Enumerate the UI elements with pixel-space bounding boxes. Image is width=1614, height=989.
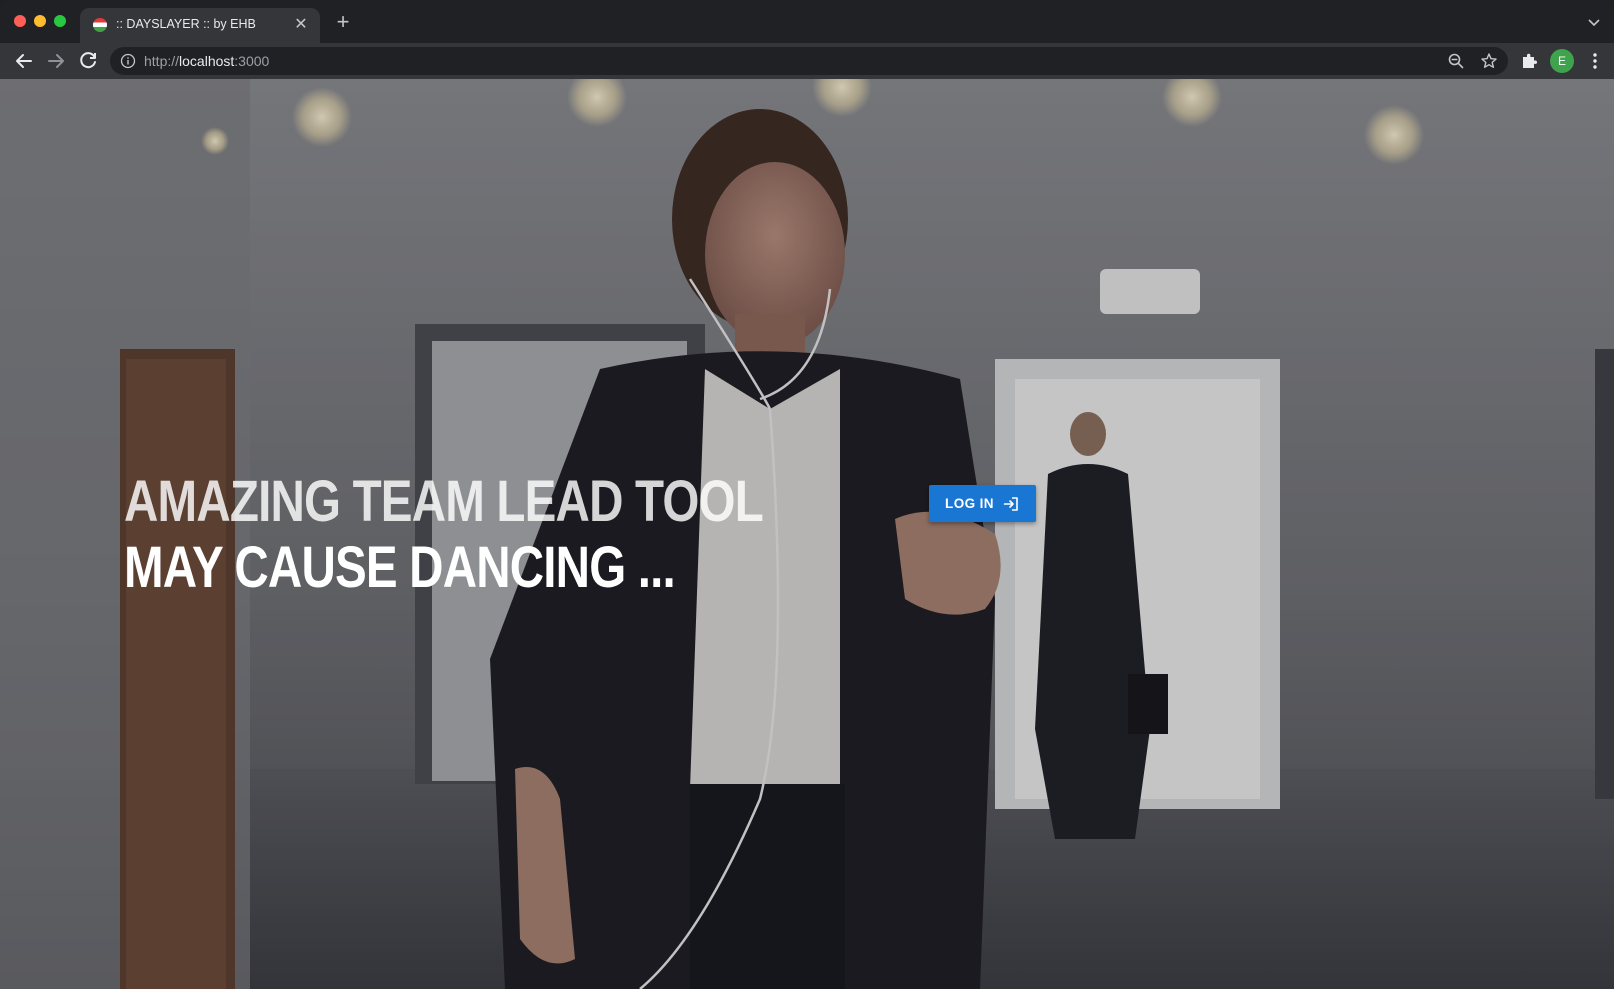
star-icon[interactable] xyxy=(1480,52,1498,70)
page-viewport: AMAZING TEAM LEAD TOOL MAY CAUSE DANCING… xyxy=(0,79,1614,989)
plus-icon[interactable]: + xyxy=(332,11,354,34)
headline-line-1: AMAZING TEAM LEAD TOOL xyxy=(124,469,764,534)
zoom-icon[interactable] xyxy=(1447,52,1465,70)
maximize-window-button[interactable] xyxy=(54,15,66,27)
login-button[interactable]: LOG IN xyxy=(929,485,1036,522)
browser-tab-active[interactable]: :: DAYSLAYER :: by EHB ✕ xyxy=(80,8,320,43)
avatar[interactable]: E xyxy=(1550,49,1574,73)
url-text: http://localhost:3000 xyxy=(144,53,270,69)
arrow-left-icon[interactable] xyxy=(12,49,36,73)
login-button-label: LOG IN xyxy=(945,496,994,511)
tab-strip: :: DAYSLAYER :: by EHB ✕ + xyxy=(0,0,1614,43)
close-icon[interactable]: ✕ xyxy=(292,16,310,34)
browser-window: :: DAYSLAYER :: by EHB ✕ + http://localh… xyxy=(0,0,1614,989)
close-window-button[interactable] xyxy=(14,15,26,27)
info-icon[interactable] xyxy=(120,53,136,69)
puzzle-icon[interactable] xyxy=(1519,51,1539,71)
hero-headline: AMAZING TEAM LEAD TOOL MAY CAUSE DANCING… xyxy=(124,469,764,601)
arrow-right-icon[interactable] xyxy=(44,49,68,73)
reload-icon[interactable] xyxy=(76,49,100,73)
address-bar[interactable]: http://localhost:3000 xyxy=(110,47,1508,75)
login-arrow-icon xyxy=(1003,496,1018,511)
minimize-window-button[interactable] xyxy=(34,15,46,27)
chevron-down-icon[interactable] xyxy=(1586,14,1602,30)
browser-toolbar: http://localhost:3000 E xyxy=(0,43,1614,79)
headline-line-2: MAY CAUSE DANCING ... xyxy=(124,535,676,600)
tab-title: :: DAYSLAYER :: by EHB xyxy=(116,17,256,31)
kebab-menu-icon[interactable] xyxy=(1586,51,1604,71)
hungary-flag-icon xyxy=(93,18,107,32)
